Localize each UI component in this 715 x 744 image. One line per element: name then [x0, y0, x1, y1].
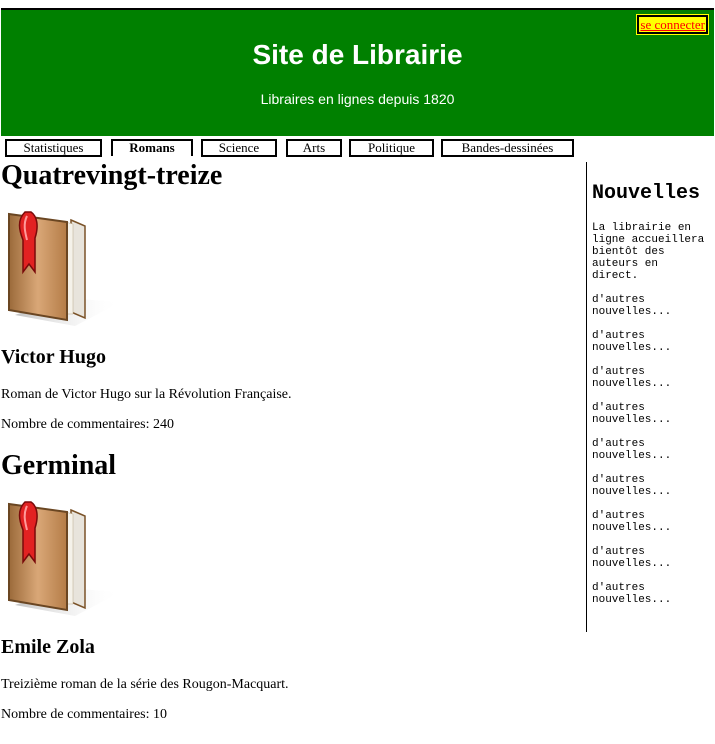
news-item: d'autres nouvelles...: [592, 438, 672, 462]
comment-count: Nombre de commentaires: 10: [1, 707, 168, 722]
book-author: Emile Zola: [1, 636, 95, 658]
tab-romans[interactable]: Romans: [111, 139, 193, 156]
news-list: La librairie en ligne accueillera bientô…: [592, 222, 710, 618]
book-title[interactable]: Quatrevingt-treize: [1, 160, 222, 192]
tab-arts[interactable]: Arts: [286, 139, 342, 157]
book-icon: [5, 500, 121, 616]
tab-statistiques[interactable]: Statistiques: [5, 139, 102, 157]
book-description: Roman de Victor Hugo sur la Révolution F…: [1, 387, 292, 402]
news-item: d'autres nouvelles...: [592, 510, 672, 534]
news-item: d'autres nouvelles...: [592, 582, 672, 606]
book-title[interactable]: Germinal: [1, 450, 116, 482]
site-title: Site de Librairie: [252, 39, 463, 70]
news-item: d'autres nouvelles...: [592, 330, 672, 354]
book-icon: [5, 210, 121, 326]
book-description: Treizième roman de la série des Rougon-M…: [1, 677, 289, 692]
site-subtitle: Libraires en lignes depuis 1820: [260, 91, 455, 107]
tab-bandes-dessinees[interactable]: Bandes-dessinées: [441, 139, 574, 157]
news-sidebar: Nouvelles La librairie en ligne accueill…: [586, 162, 715, 632]
category-nav: Statistiques Romans Science Arts Politiq…: [0, 139, 600, 159]
news-item: d'autres nouvelles...: [592, 546, 672, 570]
news-title: Nouvelles: [592, 182, 701, 205]
comment-count: Nombre de commentaires: 240: [1, 417, 175, 432]
news-item: d'autres nouvelles...: [592, 474, 672, 498]
tab-politique[interactable]: Politique: [349, 139, 434, 157]
site-header: se connecter Site de Librairie Libraires…: [1, 8, 714, 136]
tab-science[interactable]: Science: [201, 139, 277, 157]
news-item: d'autres nouvelles...: [592, 294, 672, 318]
news-item: La librairie en ligne accueillera bientô…: [592, 222, 705, 282]
news-item: d'autres nouvelles...: [592, 366, 672, 390]
book-author: Victor Hugo: [1, 346, 106, 368]
news-item: d'autres nouvelles...: [592, 402, 672, 426]
login-link[interactable]: se connecter: [636, 14, 709, 35]
